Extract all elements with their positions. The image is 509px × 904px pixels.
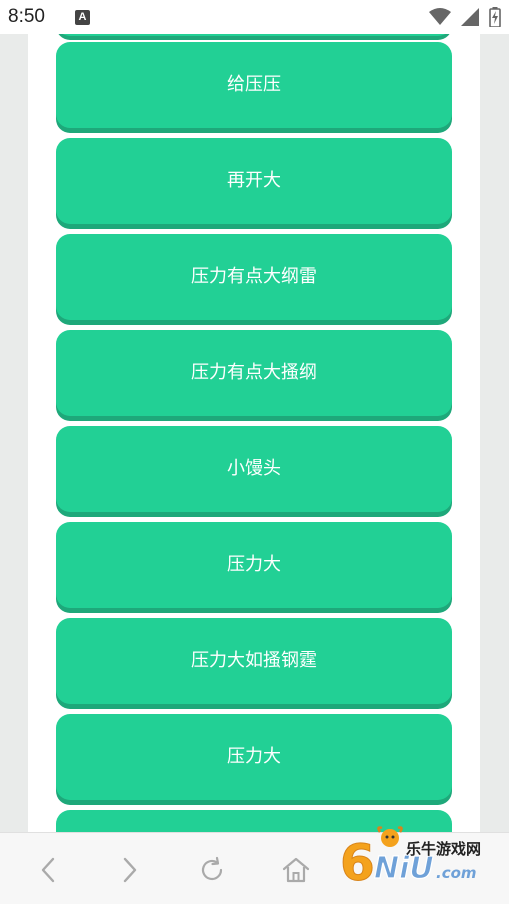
home-icon bbox=[282, 857, 310, 883]
menu-button-2[interactable]: 再开大 bbox=[56, 138, 452, 224]
menu-button-3[interactable]: 压力有点大纲雷 bbox=[56, 234, 452, 320]
menu-button-8[interactable]: 压力大 bbox=[56, 714, 452, 800]
content-card: 给压压 再开大 压力有点大纲雷 压力有点大搔纲 小馒头 压力大 压力大如搔钢霆 … bbox=[28, 34, 480, 832]
menu-button-5[interactable]: 小馒头 bbox=[56, 426, 452, 512]
status-bar: 8:50 A bbox=[0, 0, 509, 34]
back-button[interactable] bbox=[28, 853, 68, 887]
menu-button-4[interactable]: 压力有点大搔纲 bbox=[56, 330, 452, 416]
status-icons bbox=[429, 7, 501, 27]
menu-button-7[interactable]: 压力大如搔钢霆 bbox=[56, 618, 452, 704]
forward-icon bbox=[123, 857, 137, 883]
svg-text:6: 6 bbox=[340, 834, 375, 888]
refresh-icon bbox=[201, 856, 223, 881]
back-icon bbox=[41, 857, 55, 883]
status-time: 8:50 bbox=[8, 6, 45, 27]
menu-button-6[interactable]: 压力大 bbox=[56, 522, 452, 608]
notification-a-icon: A bbox=[74, 9, 90, 25]
partial-top-button[interactable] bbox=[56, 34, 452, 36]
watermark-text: 乐牛游戏网 bbox=[406, 840, 482, 858]
watermark-logo: 6 NiU .com 乐牛游戏网 bbox=[338, 824, 498, 888]
forward-button[interactable] bbox=[110, 853, 150, 887]
battery-charging-icon bbox=[489, 7, 501, 27]
home-button[interactable] bbox=[276, 853, 316, 887]
refresh-button[interactable] bbox=[192, 853, 232, 887]
wifi-icon bbox=[429, 8, 451, 25]
web-page: 给压压 再开大 压力有点大纲雷 压力有点大搔纲 小馒头 压力大 压力大如搔钢霆 … bbox=[0, 34, 509, 832]
svg-text:.com: .com bbox=[436, 864, 477, 882]
menu-button-1[interactable]: 给压压 bbox=[56, 42, 452, 128]
signal-icon bbox=[461, 8, 479, 26]
